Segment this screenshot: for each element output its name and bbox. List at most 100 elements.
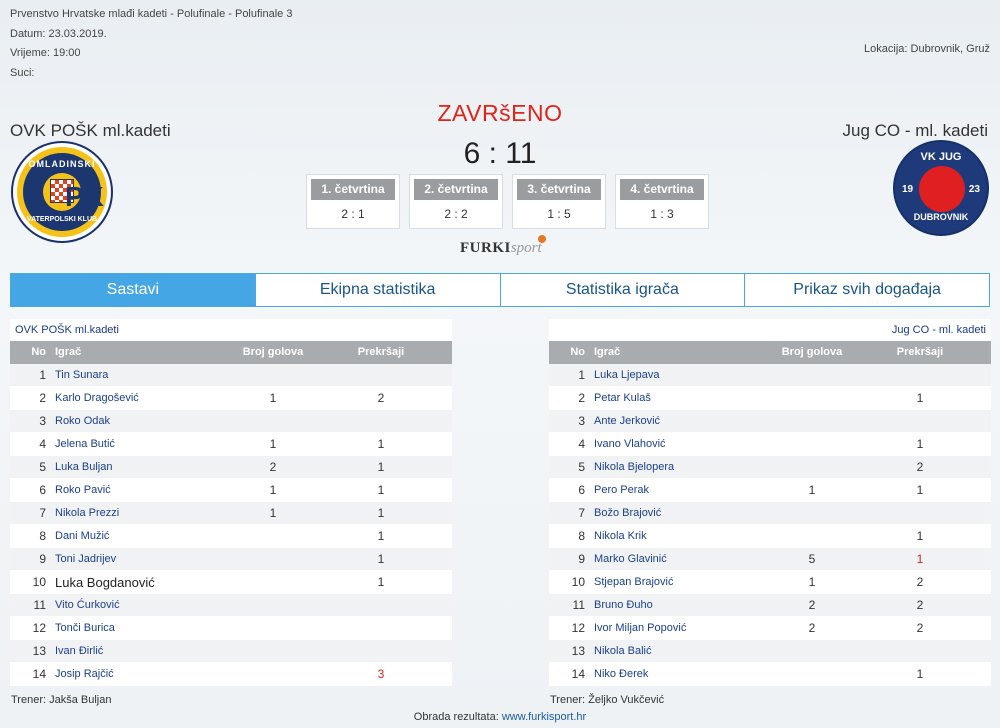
away-roster-panel: Jug CO - ml. kadeti No Igrač Broj golova…	[549, 319, 991, 706]
player-name[interactable]: Stjepan Brajović	[587, 571, 755, 593]
player-name[interactable]: Ivan Đirlić	[48, 640, 216, 662]
player-number: 14	[571, 667, 585, 681]
player-name[interactable]: Ante Jerković	[587, 410, 755, 432]
table-row: 14 Niko Đerek 1	[549, 663, 991, 686]
player-goals	[216, 617, 330, 639]
player-name[interactable]: Nikola Balić	[587, 640, 755, 662]
player-goals: 2	[269, 460, 277, 474]
player-fouls: 1	[377, 437, 385, 451]
player-goals	[755, 433, 869, 455]
quarter-box: 3. četvrtina 1 : 5	[512, 174, 606, 229]
player-goals	[755, 410, 869, 432]
player-name[interactable]: Josip Rajčić	[48, 663, 216, 685]
tab-bar: Sastavi Ekipna statistika Statistika igr…	[10, 273, 990, 307]
player-name[interactable]: Petar Kulaš	[587, 387, 755, 409]
player-name[interactable]: Toni Jadrijev	[48, 548, 216, 570]
home-roster-panel: OVK POŠK ml.kadeti No Igrač Broj golova …	[10, 319, 452, 706]
table-row: 9 Toni Jadrijev 1	[10, 548, 452, 571]
roster-header: No Igrač Broj golova Prekršaji	[10, 341, 452, 364]
table-row: 2 Petar Kulaš 1	[549, 387, 991, 410]
player-number: 2	[39, 391, 46, 405]
player-fouls: 1	[916, 667, 924, 681]
away-roster-title: Jug CO - ml. kadeti	[549, 319, 991, 341]
player-name[interactable]: Luka Ljepava	[587, 364, 755, 386]
player-name[interactable]: Roko Odak	[48, 410, 216, 432]
footer-label: Obrada rezultata:	[413, 711, 499, 723]
player-name[interactable]: Niko Đerek	[587, 663, 755, 685]
player-goals	[755, 640, 869, 662]
player-goals	[216, 410, 330, 432]
player-name[interactable]: Ivano Vlahović	[587, 433, 755, 455]
tab-team-stats[interactable]: Ekipna statistika	[255, 273, 501, 307]
player-name[interactable]: Marko Glavinić	[587, 548, 755, 570]
player-fouls: 1	[916, 483, 924, 497]
player-name[interactable]: Nikola Prezzi	[48, 502, 216, 524]
tab-player-stats[interactable]: Statistika igrača	[500, 273, 746, 307]
player-fouls	[330, 594, 432, 616]
player-fouls	[869, 502, 971, 524]
player-goals: 1	[269, 506, 277, 520]
player-name[interactable]: Ivor Miljan Popović	[587, 617, 755, 639]
player-fouls	[869, 410, 971, 432]
player-name[interactable]: Luka Buljan	[48, 456, 216, 478]
tab-lineups[interactable]: Sastavi	[10, 273, 256, 307]
home-coach: Trener: Jakša Buljan	[11, 694, 112, 706]
quarter-label: 2. četvrtina	[414, 179, 498, 200]
player-fouls	[869, 640, 971, 662]
player-fouls: 1	[916, 529, 924, 543]
player-name[interactable]: Tonči Burica	[48, 617, 216, 639]
player-name[interactable]: Pero Perak	[587, 479, 755, 501]
player-goals: 2	[808, 621, 816, 635]
quarter-score: 1 : 3	[650, 207, 674, 221]
player-number: 14	[32, 667, 46, 681]
player-number: 13	[571, 644, 585, 658]
player-name[interactable]: Luka Bogdanović	[48, 571, 216, 593]
player-number: 3	[39, 414, 46, 428]
player-goals	[755, 364, 869, 386]
ball-icon	[537, 235, 546, 243]
match-info: Prvenstvo Hrvatske mlađi kadeti - Polufi…	[10, 5, 292, 83]
player-number: 3	[578, 414, 585, 428]
player-name[interactable]: Roko Pavić	[48, 479, 216, 501]
player-fouls: 3	[377, 667, 385, 681]
tab-all-events[interactable]: Prikaz svih događaja	[745, 273, 990, 307]
player-number: 7	[39, 506, 46, 520]
player-fouls	[330, 640, 432, 662]
footer-link[interactable]: www.furkisport.hr	[502, 711, 586, 723]
player-goals: 5	[808, 552, 816, 566]
player-number: 8	[39, 529, 46, 543]
player-goals	[216, 525, 330, 547]
player-fouls: 2	[916, 460, 924, 474]
player-name[interactable]: Nikola Krik	[587, 525, 755, 547]
away-roster-rows: 1 Luka Ljepava 2 Petar Kulaš 1 3 Ante Jerković…	[549, 364, 991, 686]
player-fouls	[330, 364, 432, 386]
player-fouls	[330, 617, 432, 639]
player-fouls: 1	[377, 552, 385, 566]
player-name[interactable]: Božo Brajović	[587, 502, 755, 524]
quarter-label: 4. četvrtina	[620, 179, 704, 200]
player-number: 9	[39, 552, 46, 566]
player-fouls: 1	[377, 575, 385, 589]
player-goals	[755, 387, 869, 409]
table-row: 8 Dani Mužić 1	[10, 525, 452, 548]
match-score: 6 : 11	[463, 137, 537, 170]
player-name[interactable]: Jelena Butić	[48, 433, 216, 455]
home-team-logo: OMLADINSKI PK VATERPOLSKI KLUB	[13, 143, 111, 241]
table-row: 5 Nikola Bjelopera 2	[549, 456, 991, 479]
player-name[interactable]: Karlo Dragošević	[48, 387, 216, 409]
player-name[interactable]: Vito Ćurković	[48, 594, 216, 616]
player-name[interactable]: Nikola Bjelopera	[587, 456, 755, 478]
table-row: 10 Luka Bogdanović 1	[10, 571, 452, 594]
player-fouls: 1	[377, 506, 385, 520]
player-number: 12	[571, 621, 585, 635]
player-goals: 1	[269, 391, 277, 405]
player-name[interactable]: Dani Mužić	[48, 525, 216, 547]
player-number: 5	[39, 460, 46, 474]
player-number: 5	[578, 460, 585, 474]
table-row: 11 Bruno Đuho 2 2	[549, 594, 991, 617]
table-row: 5 Luka Buljan 2 1	[10, 456, 452, 479]
match-location: Lokacija: Dubrovnik, Gruž	[864, 43, 990, 55]
player-name[interactable]: Tin Sunara	[48, 364, 216, 386]
player-name[interactable]: Bruno Đuho	[587, 594, 755, 616]
player-number: 10	[32, 575, 46, 589]
